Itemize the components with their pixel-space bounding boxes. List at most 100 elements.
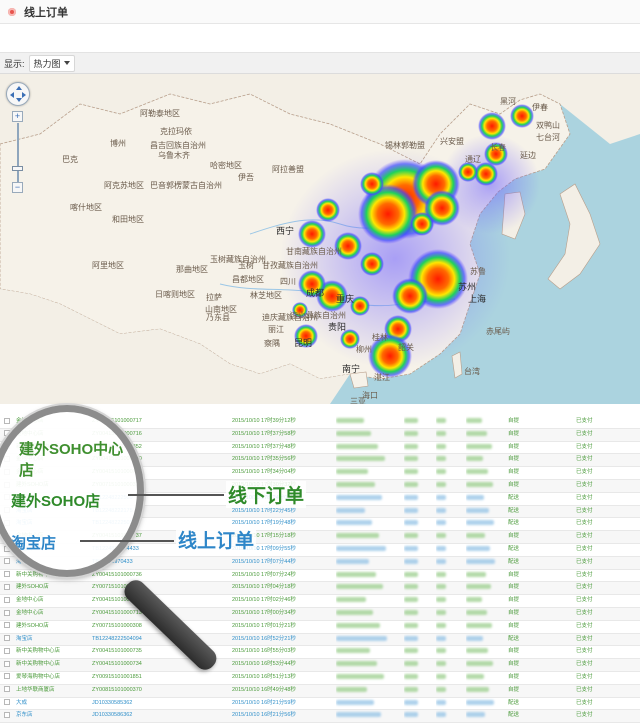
table-row[interactable]: 金地中心店 ZY00415101000738 2015/10/10 17时34分04… — [0, 466, 640, 480]
order-number[interactable]: ZY00415101000852 — [92, 444, 142, 450]
table-row[interactable]: 建外SOHO店 ZY00715101000309 2015/10/10 17时04分… — [0, 581, 640, 596]
redacted-value — [436, 571, 446, 577]
row-select-checkbox[interactable] — [4, 686, 10, 693]
payment-status: 已支付 — [576, 699, 593, 706]
redacted-value — [466, 456, 483, 462]
table-row[interactable]: 淘宝店 TB12248222175 2015/10/10 17时22分45秒 配送 已支… — [0, 505, 640, 519]
row-select-checkbox[interactable] — [4, 532, 10, 539]
order-number[interactable]: ZY00415101000737 — [92, 533, 142, 539]
pan-down-icon[interactable] — [16, 98, 22, 102]
row-select-checkbox[interactable] — [4, 468, 10, 475]
order-number[interactable]: JD10330585362 — [92, 700, 132, 706]
order-number[interactable]: ZY00415101000713 — [92, 610, 142, 616]
table-cell — [466, 453, 508, 468]
heat-point — [458, 162, 478, 182]
order-number[interactable]: ZY00415101000734 — [92, 661, 142, 667]
table-row[interactable]: 淘宝店 TB12232970433 2015/10/10 17时07分44秒 配送 已支… — [0, 556, 640, 570]
table-row[interactable]: 金地中心店 ZY00415101000737 2015/10/10 17时15分18… — [0, 530, 640, 544]
order-number[interactable]: TB12248222503 — [92, 520, 133, 526]
table-row[interactable]: 金地中心店 ZY00415101000713 2015/10/10 17时00分34… — [0, 607, 640, 621]
table-row[interactable]: 淘宝店 TB12248222503 2015/10/10 17时19分48秒 配送 已支… — [0, 517, 640, 532]
row-select-checkbox[interactable] — [4, 481, 10, 488]
redacted-value — [404, 712, 418, 718]
display-mode-select[interactable]: 热力图 — [28, 54, 75, 72]
table-row[interactable]: 京东店 JD10330586362 2015/10/10 16时21分56秒 配送 已支… — [0, 709, 640, 724]
zoom-out-button[interactable]: − — [12, 182, 23, 193]
table-cell — [404, 671, 436, 685]
pan-control[interactable] — [6, 82, 30, 106]
row-select-checkbox[interactable] — [4, 519, 10, 526]
order-number[interactable]: ZY00415101000740 — [92, 456, 142, 462]
row-select-checkbox[interactable] — [4, 609, 10, 616]
order-number[interactable]: ZY00715101000309 — [92, 584, 142, 590]
table-row[interactable]: 大成 JD10330585362 2015/10/10 16时21分59秒 配送 已支付 — [0, 697, 640, 711]
redacted-value — [336, 648, 370, 654]
store-name: 爱琴海购物中心店 — [16, 673, 61, 680]
order-number[interactable]: TB12248222504094 — [92, 636, 142, 642]
redacted-value — [466, 635, 483, 641]
table-row[interactable]: 新中关购物中心店 ZY00415101000736 2015/10/10 17时07… — [0, 569, 640, 583]
table-row[interactable]: 新中关购物中心店 ZY00415101000734 2015/10/10 16时53… — [0, 658, 640, 672]
row-select-checkbox[interactable] — [4, 583, 10, 590]
table-row[interactable]: 新中关购物中心店 ZY00415101000852 2015/10/10 17时37… — [0, 441, 640, 455]
table-row[interactable]: 淘宝店 TB12248222504094 2015/10/10 16时52分21秒 配… — [0, 633, 640, 647]
order-number[interactable]: TB1224822254433 — [92, 546, 139, 552]
order-number[interactable]: ZY00415101000714 — [92, 597, 142, 603]
table-row[interactable]: 淘宝店 TB12248222509 2015/10/10 17时24分05秒 配送 已支… — [0, 492, 640, 506]
row-select-checkbox[interactable] — [4, 430, 10, 437]
table-row[interactable]: 金地中心店 ZY00415101000717 2015/10/10 17时39分12… — [0, 416, 640, 429]
order-number[interactable]: ZY00915101001851 — [92, 674, 142, 680]
table-row[interactable]: 上地华联商厦店 ZY00815101000370 2015/10/10 16时49分… — [0, 684, 640, 698]
table-row[interactable]: 建外SOHO店 ZY00715101000310 2015/10/10 17时30分… — [0, 479, 640, 493]
row-select-checkbox[interactable] — [4, 417, 10, 424]
row-select-checkbox[interactable] — [4, 494, 10, 501]
order-number[interactable]: ZY00715101000308 — [92, 623, 142, 629]
row-select-checkbox[interactable] — [4, 455, 10, 462]
order-number[interactable]: ZY00415101000736 — [92, 572, 142, 578]
order-number[interactable]: ZY00415101000738 — [92, 469, 142, 475]
order-number[interactable]: ZY00415101000716 — [92, 431, 142, 437]
order-number[interactable]: ZY00815101000370 — [92, 687, 142, 693]
table-row[interactable]: 金地中心店 ZY00415101000716 2015/10/10 17时37分58… — [0, 428, 640, 442]
order-number[interactable]: TB12248222509 — [92, 495, 133, 501]
row-select-checkbox[interactable] — [4, 596, 10, 603]
order-number[interactable]: ZY00415101000735 — [92, 648, 142, 654]
zoom-slider-track[interactable] — [17, 123, 19, 185]
table-cell — [336, 658, 404, 672]
order-number[interactable]: TB12248222175 — [92, 508, 133, 514]
row-select-checkbox[interactable] — [4, 647, 10, 654]
row-select-checkbox[interactable] — [4, 660, 10, 667]
row-select-checkbox[interactable] — [4, 699, 10, 706]
row-select-checkbox[interactable] — [4, 622, 10, 629]
row-select-checkbox[interactable] — [4, 673, 10, 680]
table-cell: ZY00715101000310 — [92, 479, 232, 493]
zoom-slider-thumb[interactable] — [12, 166, 23, 171]
table-row[interactable]: 淘宝店 TB1224822254433 2015/10/10 17时09分55秒 配送… — [0, 543, 640, 557]
table-row[interactable]: 金地中心店 ZY00415101000714 2015/10/10 17时02分46… — [0, 594, 640, 608]
row-select-checkbox[interactable] — [4, 711, 10, 718]
table-row[interactable]: 爱琴海购物中心店 ZY00915101001851 2015/10/10 16时51… — [0, 671, 640, 685]
row-select-checkbox[interactable] — [4, 545, 10, 552]
city-zhanjiang: 湛江 — [374, 373, 390, 382]
order-number[interactable]: TB12232970433 — [92, 559, 133, 565]
pan-up-icon[interactable] — [16, 86, 22, 90]
table-row[interactable]: 新中关购物中心店 ZY00415101000735 2015/10/10 16时55… — [0, 645, 640, 660]
order-number[interactable]: ZY00415101000717 — [92, 418, 142, 424]
row-select-checkbox[interactable] — [4, 507, 10, 514]
table-cell — [0, 607, 16, 621]
table-cell: 配送 — [508, 543, 576, 557]
order-number[interactable]: ZY00715101000310 — [92, 482, 142, 488]
store-name: 金地中心店 — [16, 418, 44, 424]
row-select-checkbox[interactable] — [4, 571, 10, 578]
pan-right-icon[interactable] — [22, 92, 26, 98]
table-row[interactable]: 金地中心店 ZY00415101000740 2015/10/10 17时35分56… — [0, 453, 640, 468]
heatmap-map[interactable]: 阿勒泰地区 克拉玛依 博州 昌吉回族自治州 乌鲁木齐 阿克苏地区 巴音郭楞蒙古自… — [0, 74, 640, 404]
pan-left-icon[interactable] — [10, 92, 14, 98]
row-select-checkbox[interactable] — [4, 635, 10, 642]
heat-point — [478, 112, 506, 140]
row-select-checkbox[interactable] — [4, 443, 10, 450]
row-select-checkbox[interactable] — [4, 558, 10, 565]
zoom-in-button[interactable]: + — [12, 111, 23, 122]
order-number[interactable]: JD10330586362 — [92, 712, 132, 718]
table-row[interactable]: 建外SOHO店 ZY00715101000308 2015/10/10 17时01分… — [0, 620, 640, 634]
